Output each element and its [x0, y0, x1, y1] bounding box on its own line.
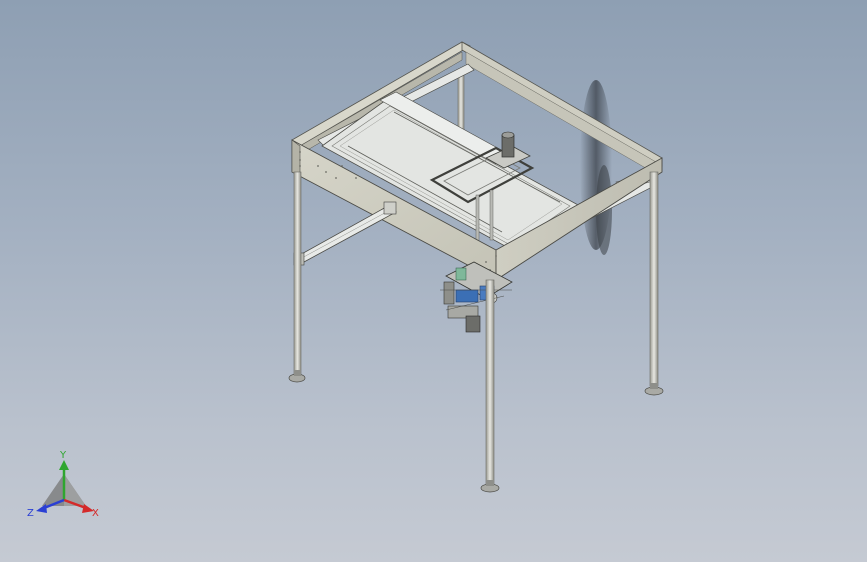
- frame-left-side-panel: [291, 139, 301, 177]
- y-axis-arrow-icon: [59, 460, 69, 470]
- cad-viewport[interactable]: Y X Z: [0, 0, 867, 562]
- pneumatic-cylinder-line: [299, 208, 393, 260]
- gantry-model[interactable]: [0, 0, 867, 562]
- pneumatic-cylinder-rear: [383, 201, 397, 215]
- z-axis-label: Z: [27, 508, 34, 519]
- x-axis-label: X: [92, 508, 99, 519]
- servo-motor-top: [501, 131, 515, 139]
- back-right-leg: [649, 171, 659, 387]
- pneumatic-cylinder: [297, 205, 397, 263]
- front-center-leg: [485, 279, 495, 485]
- foot-stem-fc: [486, 480, 494, 486]
- y-axis-label: Y: [59, 450, 67, 461]
- z-rod-2: [489, 189, 494, 241]
- axis-triad[interactable]: Y X Z: [24, 446, 104, 526]
- foot-stem-br: [650, 383, 658, 389]
- z-axis-arrow-icon: [36, 504, 47, 513]
- foot-stem-fl: [294, 370, 301, 376]
- front-left-leg: [293, 171, 302, 375]
- z-rod-1: [475, 194, 480, 246]
